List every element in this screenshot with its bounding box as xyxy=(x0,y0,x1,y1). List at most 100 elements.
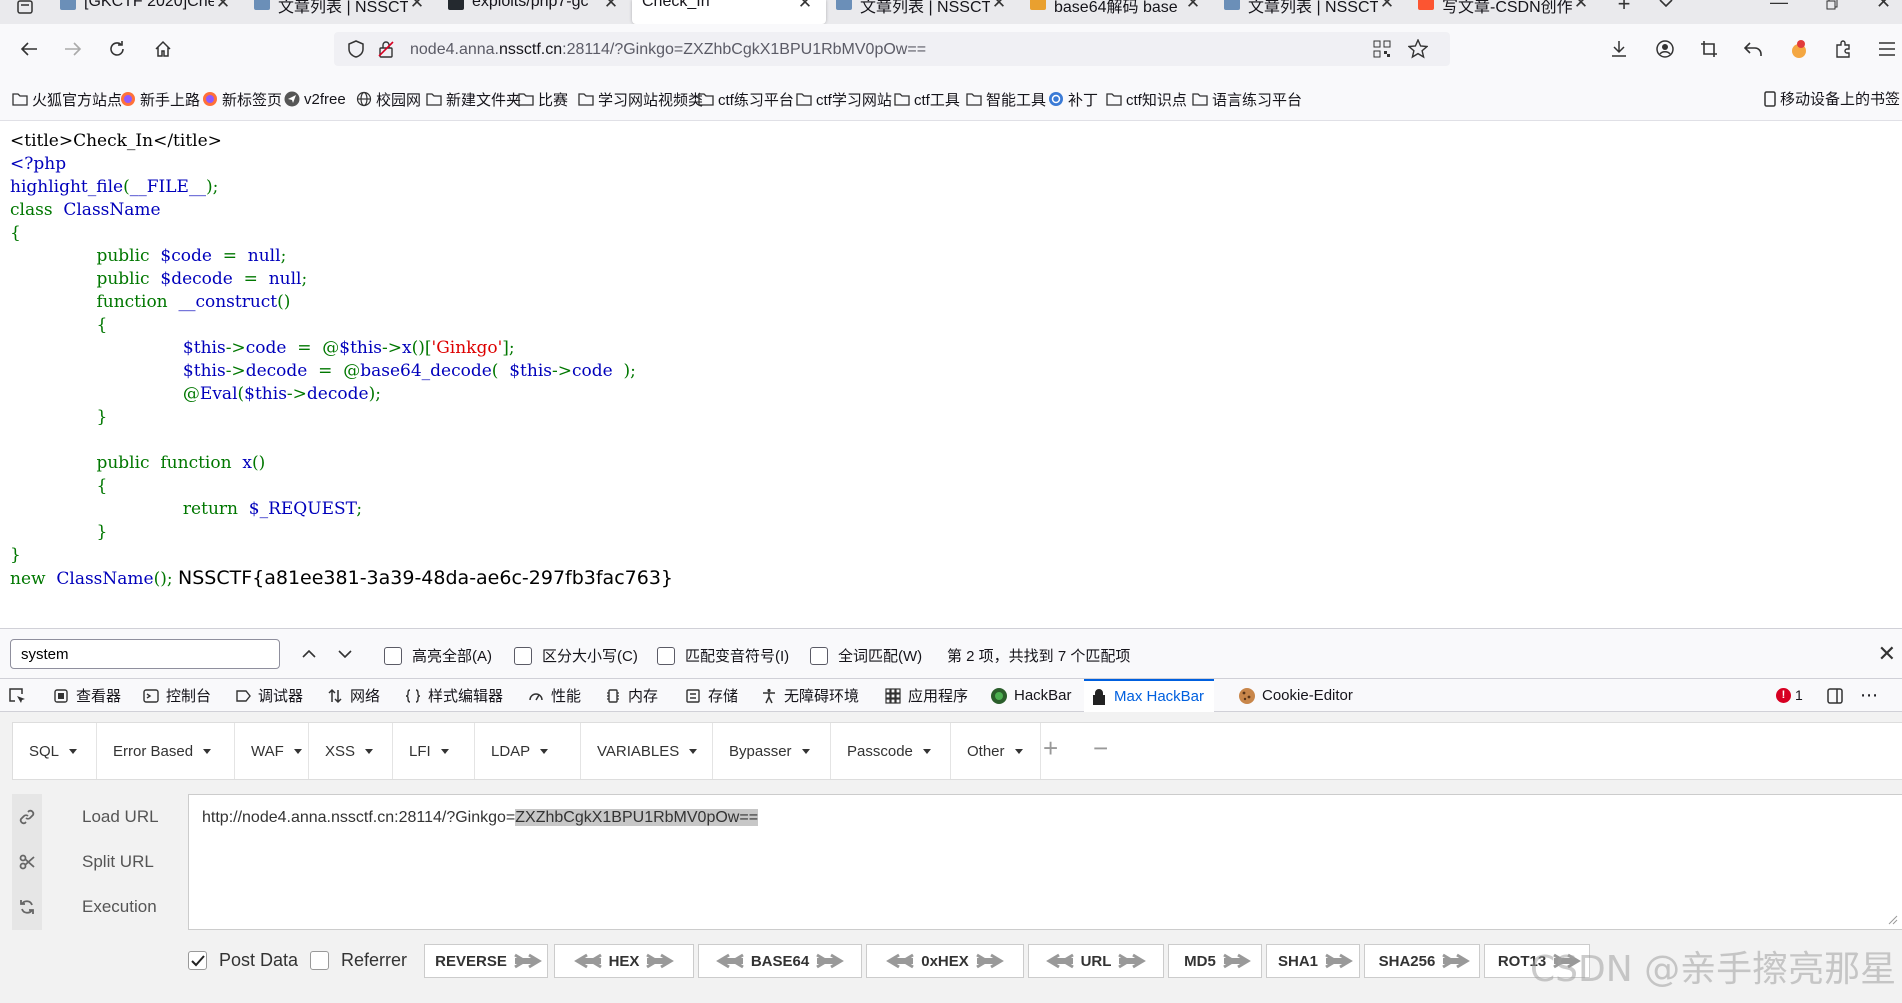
qr-code-icon[interactable] xyxy=(1372,39,1392,59)
load-url-button[interactable]: Load URL xyxy=(12,794,186,840)
account-icon[interactable] xyxy=(1652,36,1678,62)
hackbar-menu-dropdown[interactable]: Bypasser xyxy=(713,723,831,779)
error-count-badge[interactable]: ! 1 xyxy=(1776,687,1803,703)
back-button[interactable] xyxy=(16,36,42,62)
tab-close-icon[interactable]: ✕ xyxy=(1572,0,1590,13)
bookmark-item[interactable]: ctf工具 xyxy=(894,88,960,110)
hackbar-menu-dropdown[interactable]: Other xyxy=(951,723,1041,779)
split-url-button[interactable]: Split URL xyxy=(12,839,186,885)
browser-tab[interactable]: 文章列表 | NSSCT ✕ xyxy=(826,0,1020,24)
hackbar-base64-button[interactable]: BASE64 xyxy=(698,944,862,978)
address-bar[interactable]: node4.anna.nssctf.cn:28114/?Ginkgo=ZXZhb… xyxy=(334,32,1450,66)
tab-close-icon[interactable]: ✕ xyxy=(796,0,814,13)
tab-close-icon[interactable]: ✕ xyxy=(408,0,426,13)
bookmark-item[interactable]: 语言练习平台 xyxy=(1192,88,1302,110)
home-button[interactable] xyxy=(150,36,176,62)
find-whole-words[interactable]: 全词匹配(W) xyxy=(810,645,922,666)
downloads-icon[interactable] xyxy=(1606,36,1632,62)
hackbar-menu-dropdown[interactable]: Error Based xyxy=(97,723,235,779)
hackbar-menu-dropdown[interactable]: LDAP xyxy=(475,723,581,779)
resize-handle-icon[interactable] xyxy=(1886,913,1898,925)
bookmark-item[interactable]: 新手上路 xyxy=(120,88,200,110)
devtools-tab[interactable]: 控制台 xyxy=(142,679,211,712)
find-highlight-all[interactable]: 高亮全部(A) xyxy=(384,645,492,666)
hackbar-menu-dropdown[interactable]: Passcode xyxy=(831,723,951,779)
hackbar-0xhex-button[interactable]: 0xHEX xyxy=(866,944,1024,978)
hackbar-url-button[interactable]: URL xyxy=(1028,944,1164,978)
add-icon[interactable]: + xyxy=(1043,733,1058,764)
checkbox[interactable] xyxy=(514,646,532,665)
hackbar-menu-dropdown[interactable]: XSS xyxy=(309,723,393,779)
remove-icon[interactable]: − xyxy=(1093,733,1108,764)
bookmark-item[interactable]: v2free xyxy=(284,88,346,110)
devtools-tab[interactable]: 内存 xyxy=(604,679,658,712)
devtools-tab[interactable]: 样式编辑器 xyxy=(404,679,503,712)
bookmark-item[interactable]: 学习网站视频类 xyxy=(578,88,703,110)
find-previous-button[interactable] xyxy=(298,643,320,665)
checkbox[interactable] xyxy=(310,951,329,970)
find-match-diacritics[interactable]: 匹配变音符号(I) xyxy=(657,645,789,666)
browser-tab[interactable]: 文章列表 | NSSCT ✕ xyxy=(1214,0,1408,24)
devtools-tab[interactable]: Cookie-Editor xyxy=(1238,679,1353,712)
checked-checkbox[interactable] xyxy=(188,951,207,970)
list-all-tabs-button[interactable] xyxy=(1646,0,1686,10)
devtools-tab[interactable]: 查看器 xyxy=(52,679,121,712)
hackbar-menu-dropdown[interactable]: WAF xyxy=(235,723,309,779)
url-text[interactable]: node4.anna.nssctf.cn:28114/?Ginkgo=ZXZhb… xyxy=(410,41,926,59)
bookmark-item[interactable]: ctf学习网站 xyxy=(796,88,892,110)
bookmark-item[interactable]: 新标签页 xyxy=(202,88,282,110)
insecure-lock-icon[interactable] xyxy=(376,39,396,59)
devtools-tab[interactable]: 性能 xyxy=(527,679,581,712)
window-close-button[interactable]: ✕ xyxy=(1876,0,1891,13)
browser-tab[interactable]: Check_In ✕ xyxy=(632,0,826,24)
checkbox[interactable] xyxy=(657,646,675,665)
crop-icon[interactable] xyxy=(1696,36,1722,62)
element-picker-button[interactable] xyxy=(8,679,26,712)
post-data-toggle[interactable]: Post Data xyxy=(188,950,298,971)
bookmark-item[interactable]: 智能工具 xyxy=(966,88,1046,110)
restore-button[interactable] xyxy=(1826,0,1838,15)
new-tab-button[interactable]: + xyxy=(1602,0,1646,17)
checkbox[interactable] xyxy=(384,646,402,665)
bookmark-item[interactable]: 补丁 xyxy=(1048,88,1098,110)
bookmark-item[interactable]: 校园网 xyxy=(356,88,421,110)
browser-tab[interactable]: [GKCTF 2020]Che ✕ xyxy=(50,0,244,24)
minimize-button[interactable]: — xyxy=(1770,0,1788,13)
tab-close-icon[interactable]: ✕ xyxy=(1184,0,1202,13)
browser-tab[interactable]: 文章列表 | NSSCT ✕ xyxy=(244,0,438,24)
find-match-case[interactable]: 区分大小写(C) xyxy=(514,645,638,666)
hackbar-url-textarea[interactable]: http://node4.anna.nssctf.cn:28114/?Ginkg… xyxy=(188,794,1902,930)
devtools-tab[interactable]: 存储 xyxy=(684,679,738,712)
browser-tab[interactable]: 写文章-CSDN创作 ✕ xyxy=(1408,0,1602,24)
hamburger-menu-icon[interactable] xyxy=(1874,36,1900,62)
devtools-more-button[interactable]: ⋯ xyxy=(1860,679,1878,712)
devtools-tab[interactable]: 无障碍环境 xyxy=(760,679,859,712)
tab-close-icon[interactable]: ✕ xyxy=(602,0,620,13)
bookmark-item[interactable]: ctf练习平台 xyxy=(698,88,794,110)
undo-icon[interactable] xyxy=(1740,36,1766,62)
extension-badge-icon[interactable] xyxy=(1786,36,1812,62)
devtools-tab[interactable]: 调试器 xyxy=(234,679,303,712)
hackbar-reverse-button[interactable]: REVERSE xyxy=(424,944,548,978)
devtools-tab[interactable]: Max HackBar xyxy=(1084,679,1215,712)
shield-icon[interactable] xyxy=(346,39,366,59)
devtools-tab[interactable]: 应用程序 xyxy=(884,679,968,712)
mobile-bookmarks[interactable]: 移动设备上的书签 xyxy=(1764,88,1900,109)
devtools-tab[interactable]: HackBar xyxy=(990,679,1072,712)
hackbar-menu-dropdown[interactable]: SQL xyxy=(13,723,97,779)
bookmark-item[interactable]: 火狐官方站点 xyxy=(12,88,122,110)
hackbar-hex-button[interactable]: HEX xyxy=(554,944,694,978)
reload-button[interactable] xyxy=(104,36,130,62)
dock-options-button[interactable] xyxy=(1826,679,1844,712)
find-input[interactable] xyxy=(10,639,280,669)
bookmark-item[interactable]: 新建文件夹 xyxy=(426,88,521,110)
bookmark-item[interactable]: 比赛 xyxy=(518,88,568,110)
tab-close-icon[interactable]: ✕ xyxy=(990,0,1008,13)
bookmark-item[interactable]: ctf知识点 xyxy=(1106,88,1187,110)
tab-close-icon[interactable]: ✕ xyxy=(214,0,232,13)
browser-tab[interactable]: base64解码 base ✕ xyxy=(1020,0,1214,24)
referrer-toggle[interactable]: Referrer xyxy=(310,950,407,971)
hackbar-menu-dropdown[interactable]: VARIABLES xyxy=(581,723,713,779)
forward-button[interactable] xyxy=(60,36,86,62)
execute-button[interactable]: Execution xyxy=(12,884,186,930)
